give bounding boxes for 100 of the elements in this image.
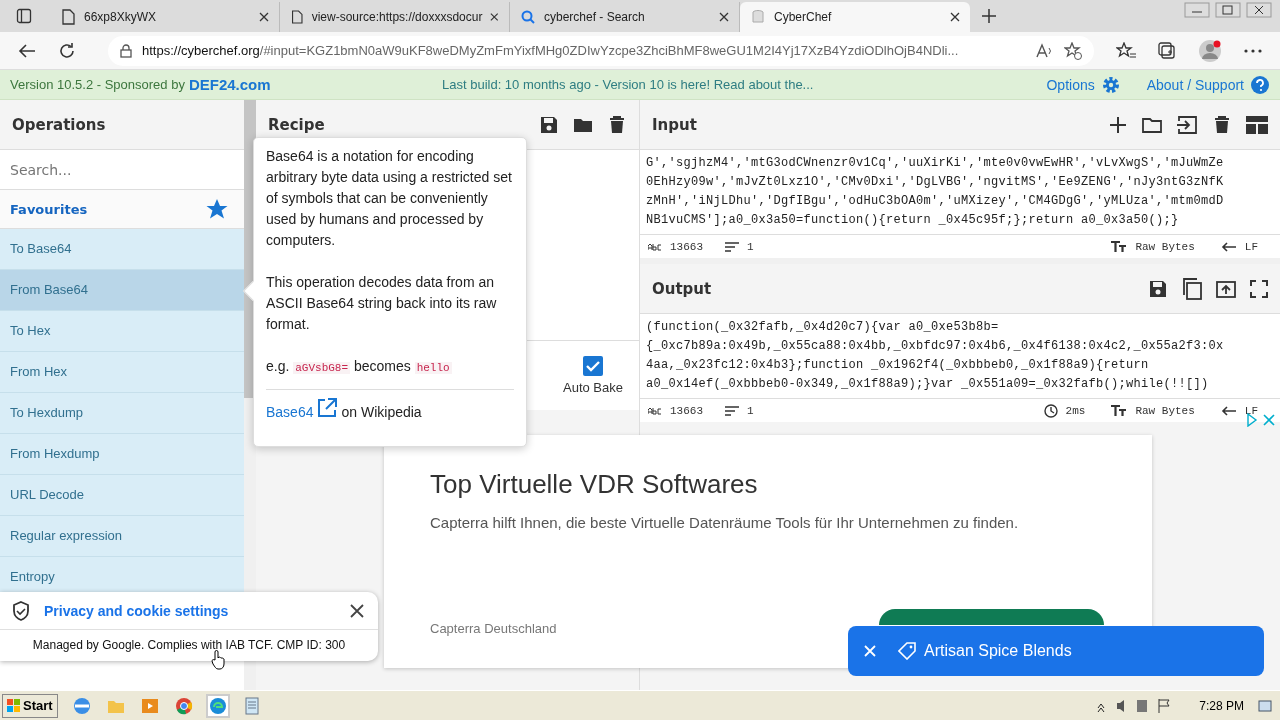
- operation-item[interactable]: From Hexdump: [0, 434, 244, 475]
- wiki-link[interactable]: Base64: [266, 404, 314, 420]
- tab-title: 66xp8XkyWX: [84, 10, 158, 24]
- url-text: https://cyberchef.org/#input=KGZ1bmN0aW9uKF8weDMyZmFmYixfMHg0ZDIwYzcpe3ZhciBhMF8weGU1M2I4Yj17XzB4YzdiODlhOjB4NDli...: [142, 43, 960, 58]
- advertiser-name: Capterra Deutschland: [430, 621, 557, 636]
- shield-icon: [12, 600, 30, 621]
- version-text: Version 10.5.2 - Sponsored by: [10, 77, 185, 92]
- start-button[interactable]: Start: [2, 693, 58, 718]
- save-icon[interactable]: [1148, 278, 1168, 299]
- operation-item[interactable]: From Base64: [0, 270, 244, 311]
- character-count: 13663: [670, 404, 703, 417]
- edge-icon[interactable]: [207, 695, 228, 716]
- about-link[interactable]: About / Support: [1146, 76, 1244, 93]
- tab-title: view-source:https://doxxxsdocur: [311, 10, 483, 24]
- encoding-label[interactable]: Raw Bytes: [1135, 240, 1195, 253]
- text-size-icon[interactable]: [1111, 240, 1128, 253]
- save-icon[interactable]: [539, 114, 559, 135]
- operation-item[interactable]: From Hex: [0, 352, 244, 393]
- copy-icon[interactable]: [1182, 277, 1202, 300]
- close-icon[interactable]: [259, 12, 269, 22]
- line-count-icon: [725, 241, 739, 252]
- description-text: Base64 is a notation for encoding arbitrary byte data using a restricted set of symbols that can be conveniently used by humans and processed by computers.: [266, 147, 513, 250]
- lock-icon: [120, 43, 132, 58]
- notification-text: Artisan Spice Blends: [924, 642, 1072, 660]
- import-icon[interactable]: [1176, 114, 1198, 135]
- external-link-icon[interactable]: [317, 398, 338, 418]
- windows-logo-icon: [7, 698, 21, 713]
- read-aloud-icon[interactable]: [1036, 42, 1054, 59]
- reload-icon[interactable]: [58, 41, 76, 60]
- tab-actions-icon[interactable]: [16, 8, 32, 24]
- search-icon: [520, 9, 536, 25]
- tab-title: cyberchef - Search: [544, 10, 646, 24]
- privacy-text: Managed by Google. Complies with IAB TCF. CMP ID: 300: [31, 637, 347, 652]
- tag-icon: [898, 642, 916, 660]
- layout-icon[interactable]: [1246, 115, 1268, 134]
- browser-icon[interactable]: [71, 695, 92, 716]
- operation-item[interactable]: Regular expression: [0, 516, 244, 557]
- back-icon[interactable]: [18, 42, 36, 59]
- trash-icon[interactable]: [1212, 114, 1232, 135]
- panel-title: Operations: [12, 115, 107, 134]
- line-count: 1: [747, 404, 754, 417]
- close-icon[interactable]: [719, 12, 729, 22]
- category-header[interactable]: Favourites: [0, 190, 244, 229]
- eol-label[interactable]: LF: [1244, 404, 1258, 417]
- ad-button[interactable]: [879, 609, 1104, 625]
- output-text: (function(_0x32fafb,_0x4d20c7){var a0_0xe53b8b= {_0xc7b89a:0x49b,_0x55ca88:0x4bb,_0xbfdc97:0x4b6,_0x4f6138:0x4c2,_0x55a2f3:0x 4aa,_0x23fc12:0x4b3};function _0x1962f4(_0xbbbeb0,_0x1f88a9){return a0_0x14ef(_0xbbbeb0-0x349,_0x1f88a9);}var _0x551a09=_0x32fafb();while(!![]): [640, 314, 1280, 398]
- page-icon: [290, 9, 304, 25]
- clock-text: 7:28 PM: [1199, 698, 1244, 713]
- page-icon: [60, 9, 76, 25]
- clock-icon: [1043, 403, 1058, 418]
- encoding-label[interactable]: Raw Bytes: [1135, 404, 1195, 417]
- profile-icon[interactable]: [1198, 38, 1222, 63]
- line-count: 1: [747, 240, 754, 253]
- bake-time: 2ms: [1065, 404, 1086, 417]
- privacy-title[interactable]: Privacy and cookie settings: [44, 602, 336, 619]
- operation-item[interactable]: URL Decode: [0, 475, 244, 516]
- character-count-icon: [648, 242, 662, 251]
- panel-title: Input: [652, 115, 698, 134]
- input-text[interactable]: G','sgjhzM4','mtG3odCWnenzr0v1Cq','uuXirKi','mte0v0vwEwHR','vLvXwgS','mJuWmZe 0EhHzy09w','mJvZt0Lxz1O','CMv0Dxi','DgLVBG','ngvitMS','Ee9ZENG','nJy3ntG3zNfK zMnH','iNjLDhu','DgfIBgu','odHuC3bOA0m','uMXizey','CM4GDgG','yMLUza','mtm0mdD NB1vuCMS'];a0_0x3a50=function(){return _0x45c95f;};return a0_0x3a50();}: [640, 150, 1280, 234]
- browser-tab[interactable]: CyberChef: [740, 2, 970, 32]
- character-count-icon: [648, 406, 662, 415]
- panel-title: Recipe: [268, 115, 326, 134]
- close-icon[interactable]: [490, 12, 499, 22]
- menu-icon[interactable]: [1244, 48, 1262, 53]
- favorites-icon[interactable]: [1116, 41, 1136, 60]
- fullscreen-icon[interactable]: [1250, 279, 1268, 298]
- help-icon[interactable]: [1250, 74, 1270, 95]
- close-icon[interactable]: [350, 603, 364, 618]
- close-icon[interactable]: [950, 12, 960, 22]
- character-count: 13663: [670, 240, 703, 253]
- operation-item[interactable]: To Hexdump: [0, 393, 244, 434]
- app-icon: [750, 9, 766, 25]
- sponsor-link[interactable]: DEF24.com: [188, 76, 271, 93]
- checkbox-icon[interactable]: [583, 356, 603, 376]
- ad-title: Top Virtuelle VDR Softwares: [430, 469, 759, 500]
- panel-title: Output: [652, 279, 713, 298]
- replace-input-icon[interactable]: [1216, 278, 1236, 299]
- add-icon[interactable]: [1108, 114, 1128, 135]
- address-field[interactable]: https://cyberchef.org/#input=KGZ1bmN0aW9uKF8weDMyZmFmYixfMHg0ZDIwYzcpe3ZhciBhMF8weGU1M2I4Yj17XzB4YzdiODlhOjB4NDli...: [108, 35, 1094, 66]
- star-icon: [206, 198, 228, 220]
- eol-label[interactable]: LF: [1244, 240, 1258, 253]
- link-caption: on Wikipedia: [341, 404, 422, 420]
- auto-bake-checkbox[interactable]: Auto Bake: [563, 356, 623, 395]
- favorite-add-icon[interactable]: [1064, 41, 1082, 60]
- collections-icon[interactable]: [1158, 41, 1176, 60]
- trash-icon[interactable]: [607, 114, 627, 135]
- return-icon[interactable]: [1220, 405, 1237, 416]
- ad-choices-icon[interactable]: [1246, 413, 1276, 427]
- text-size-icon[interactable]: [1111, 404, 1128, 417]
- build-link[interactable]: Last build: 10 months ago - Version 10 is here! Read about the...: [442, 77, 1027, 92]
- gear-icon[interactable]: [1100, 74, 1121, 95]
- chrome-icon[interactable]: [173, 695, 194, 716]
- ad-text: Capterra hilft Ihnen, die beste Virtuelle Datenräume Tools für Ihr Unternehmen zu finden.: [430, 514, 1020, 531]
- operation-item[interactable]: To Base64: [0, 229, 244, 270]
- options-link[interactable]: Options: [1046, 76, 1095, 93]
- new-tab-icon[interactable]: [982, 9, 996, 23]
- notification-banner[interactable]: Artisan Spice Blends: [848, 626, 1264, 676]
- return-icon[interactable]: [1220, 241, 1237, 252]
- window-controls-icon[interactable]: [1184, 2, 1274, 18]
- operation-item[interactable]: To Hex: [0, 311, 244, 352]
